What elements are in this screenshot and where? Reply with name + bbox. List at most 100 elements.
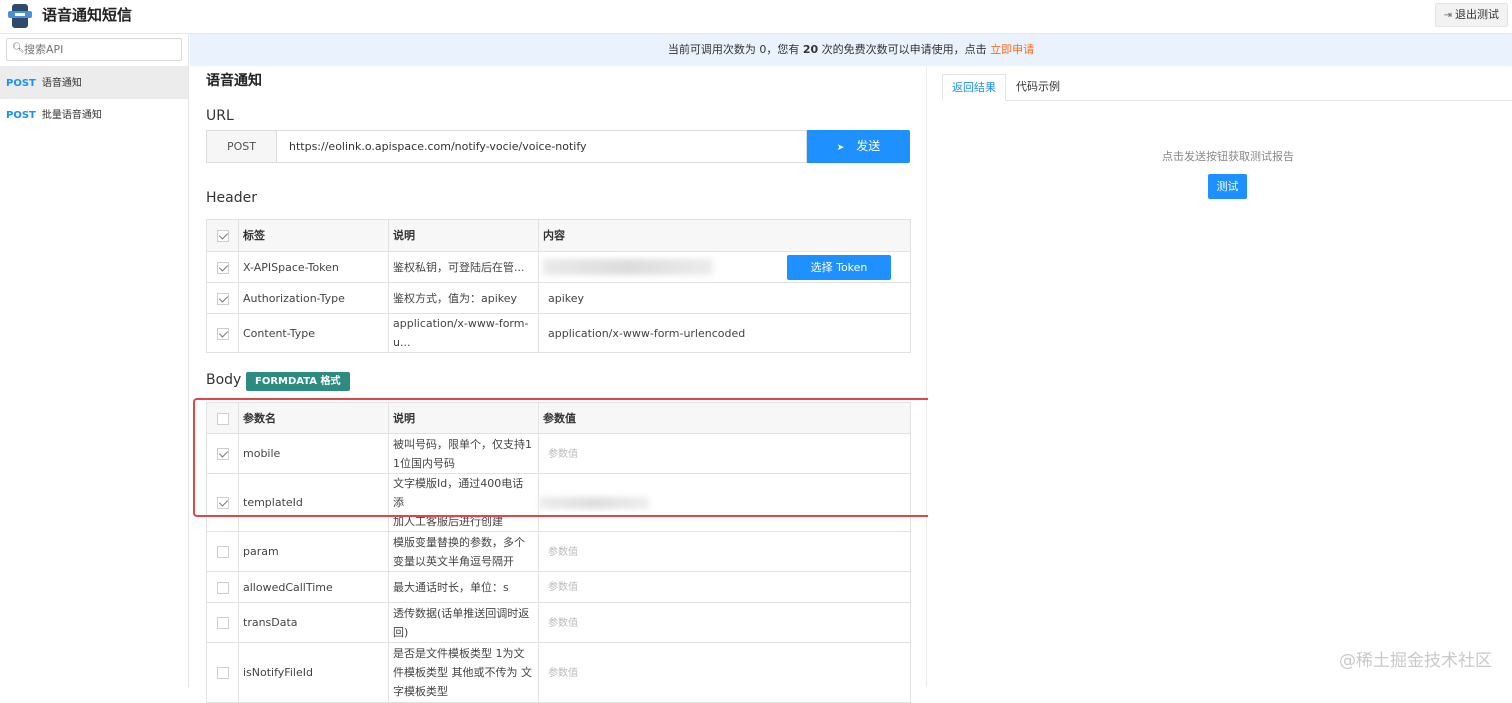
method-badge: POST <box>6 78 36 89</box>
table-header-row: 参数名 说明 参数值 <box>206 402 911 434</box>
param-value-placeholder: 参数值 <box>548 582 578 593</box>
row-checkbox[interactable] <box>216 581 229 594</box>
send-button[interactable]: ➤ 发送 <box>807 130 910 163</box>
sidebar: 🔍︎ POST 语音通知 POST 批量语音通知 <box>0 34 189 687</box>
row-checkbox[interactable] <box>216 617 229 629</box>
formdata-badge: FORMDATA 格式 <box>246 372 350 391</box>
select-all-checkbox[interactable] <box>216 230 229 242</box>
param-desc-line: 被叫号码，限单个，仅支持1 <box>393 437 532 451</box>
column-header: 说明 <box>388 402 539 434</box>
header-desc: 鉴权方式，值为：apikey <box>388 282 539 314</box>
quota-notice: 当前可调用次数为 0，您有 20 次的免费次数可以申请使用，点击 立即申请 <box>190 34 1512 66</box>
table-row: allowedCallTime 最大通话时长，单位：s 参数值 <box>206 571 911 603</box>
select-all-checkbox[interactable] <box>216 412 229 425</box>
column-header: 内容 <box>538 219 911 252</box>
test-button[interactable]: 测试 <box>1208 174 1247 199</box>
param-value-cell[interactable]: 参数值 <box>538 531 911 572</box>
param-desc-line: 文字模版Id，通过400电话添 <box>393 477 524 509</box>
row-checkbox[interactable] <box>216 261 229 274</box>
notice-count: 20 <box>802 43 819 56</box>
table-row: Authorization-Type 鉴权方式，值为：apikey apikey <box>206 282 911 314</box>
param-value-cell[interactable] <box>538 473 911 532</box>
notice-prefix: 当前可调用次数为 0，您有 <box>667 43 800 56</box>
main-panel: 语音通知 URL POST https://eolink.o.apispace.… <box>190 66 927 703</box>
method-badge: POST <box>6 110 36 121</box>
apply-now-link[interactable]: 立即申请 <box>990 43 1034 56</box>
param-desc-line: 1位国内号码 <box>393 456 455 470</box>
header-value[interactable]: application/x-www-form-urlencoded <box>538 313 911 353</box>
header-desc: application/x-www-form-u... <box>388 313 539 353</box>
row-checkbox[interactable] <box>216 448 229 460</box>
header-value[interactable]: apikey <box>538 282 911 314</box>
param-desc: 是否是文件模板类型 1为文 件模板类型 其他或不传为 文字模板类型 <box>388 642 539 703</box>
tab-code-example[interactable]: 代码示例 <box>1007 74 1069 101</box>
row-check-cell <box>206 602 239 643</box>
param-name: allowedCallTime <box>238 571 389 603</box>
param-value-placeholder: 参数值 <box>548 448 578 460</box>
header-name: Authorization-Type <box>238 282 389 314</box>
param-desc: 被叫号码，限单个，仅支持1 1位国内号码 <box>388 433 539 474</box>
sidebar-item-batch-voice-notify[interactable]: POST 批量语音通知 <box>0 98 188 131</box>
search-box[interactable]: 🔍︎ <box>6 38 182 61</box>
param-value-cell[interactable]: 参数值 <box>538 433 911 474</box>
send-label: 发送 <box>856 139 881 153</box>
row-check-cell <box>206 282 239 314</box>
row-checkbox[interactable] <box>216 497 229 509</box>
watermark: @稀土掘金技术社区 <box>1339 651 1492 671</box>
sidebar-item-label: 语音通知 <box>41 78 82 89</box>
search-input[interactable] <box>24 41 174 58</box>
url-section-title: URL <box>206 108 234 124</box>
app-title: 语音通知短信 <box>42 6 133 24</box>
param-name: transData <box>238 602 389 643</box>
column-header: 标签 <box>238 219 389 252</box>
url-field[interactable]: https://eolink.o.apispace.com/notify-voc… <box>276 130 807 163</box>
column-header: 参数值 <box>538 402 911 434</box>
row-check-cell <box>206 313 239 353</box>
column-header: 说明 <box>388 219 539 252</box>
param-name: mobile <box>238 433 389 474</box>
exit-test-button[interactable]: ⇥ 退出测试 <box>1434 3 1508 27</box>
param-value-cell[interactable]: 参数值 <box>538 602 911 643</box>
row-check-cell <box>206 251 239 283</box>
search-icon: 🔍︎ <box>12 43 25 54</box>
param-desc-line: 变量以英文半角逗号隔开 <box>393 554 514 568</box>
param-value-placeholder: 参数值 <box>548 667 578 679</box>
row-check-cell <box>206 642 239 703</box>
exit-test-label: 退出测试 <box>1455 8 1499 21</box>
param-desc-line: 是否是文件模板类型 1为文 <box>393 647 525 660</box>
param-desc-line: 加人工客服后进行创建 <box>393 515 503 528</box>
body-table: 参数名 说明 参数值 mobile 被叫号码，限单个，仅支持1 1位国内号码 参数… <box>206 402 911 703</box>
row-checkbox[interactable] <box>216 327 229 340</box>
param-value-cell[interactable]: 参数值 <box>538 642 911 703</box>
param-desc: 透传数据(话单推送回调时返 回) <box>388 602 539 643</box>
row-check-cell <box>206 433 239 474</box>
row-checkbox[interactable] <box>216 667 229 679</box>
notice-suffix: 次的免费次数可以申请使用，点击 <box>821 43 987 56</box>
table-row: param 模版变量替换的参数，多个 变量以英文半角逗号隔开 参数值 <box>206 531 911 572</box>
row-checkbox[interactable] <box>216 546 229 558</box>
column-header: 参数名 <box>238 402 389 434</box>
row-checkbox[interactable] <box>216 292 229 305</box>
redacted-token <box>543 259 713 275</box>
table-row: X-APISpace-Token 鉴权私钥，可登陆后在管... 选择 Token <box>206 251 911 283</box>
param-desc-line: 回) <box>393 625 409 639</box>
param-desc: 模版变量替换的参数，多个 变量以英文半角逗号隔开 <box>388 531 539 572</box>
param-desc-line: 模版变量替换的参数，多个 <box>393 535 525 549</box>
table-row: Content-Type application/x-www-form-u...… <box>206 313 911 353</box>
redacted-value <box>539 497 649 509</box>
top-bar: 语音通知短信 ⇥ 退出测试 <box>0 0 1512 34</box>
header-section-title: Header <box>206 190 257 206</box>
row-check-cell <box>206 473 239 532</box>
param-value-cell[interactable]: 参数值 <box>538 571 911 603</box>
page-title: 语音通知 <box>206 73 262 89</box>
select-token-button[interactable]: 选择 Token <box>787 254 891 280</box>
tab-return-result[interactable]: 返回结果 <box>942 74 1006 101</box>
send-icon: ➤ <box>836 143 845 153</box>
result-panel: 返回结果 代码示例 点击发送按钮获取测试报告 测试 <box>928 66 1512 687</box>
body-section-title: Body <box>206 372 242 388</box>
app-logo-icon <box>8 4 32 28</box>
http-method: POST <box>206 130 277 163</box>
sidebar-item-voice-notify[interactable]: POST 语音通知 <box>0 66 188 99</box>
result-tabs: 返回结果 代码示例 <box>942 74 1512 101</box>
header-table: 标签 说明 内容 X-APISpace-Token 鉴权私钥，可登陆后在管...… <box>206 219 911 353</box>
